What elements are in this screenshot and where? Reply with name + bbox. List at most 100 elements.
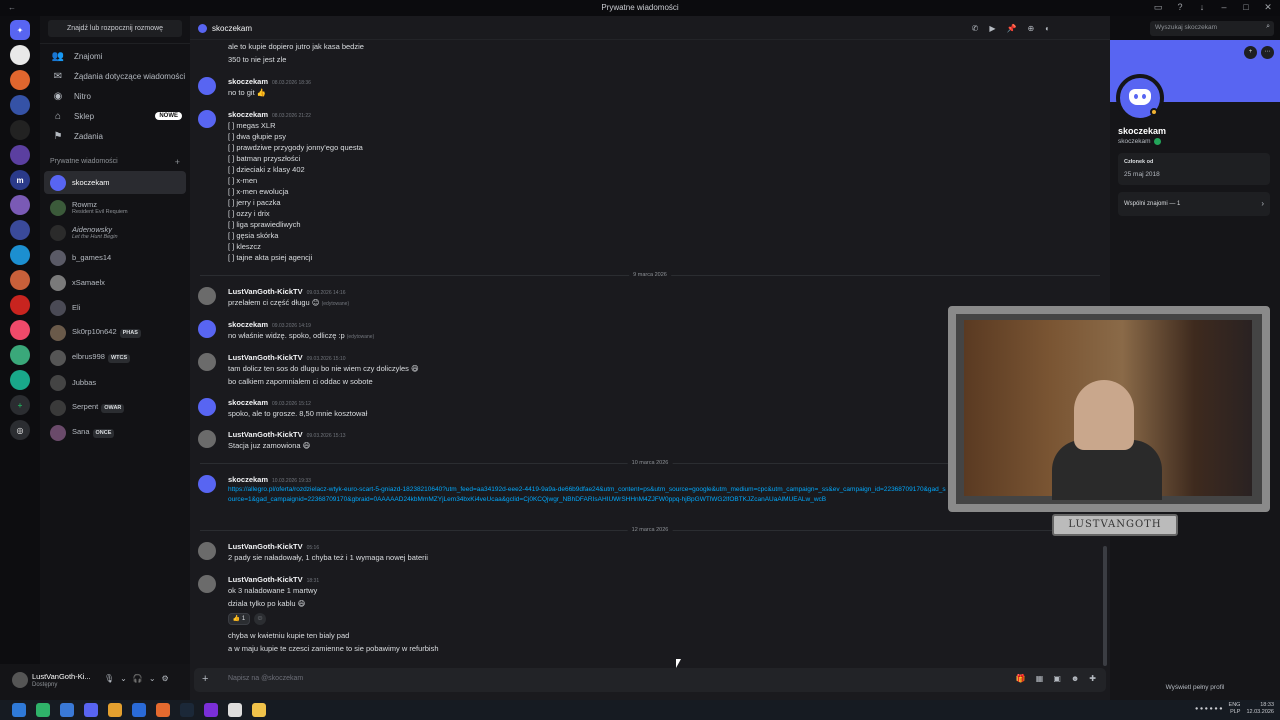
nav-nitro[interactable]: ◉ Nitro: [44, 87, 186, 105]
app-icon[interactable]: [60, 703, 74, 717]
attach-plus-icon[interactable]: +: [202, 673, 208, 685]
dm-item[interactable]: Eli: [44, 296, 186, 319]
app-icon[interactable]: [108, 703, 122, 717]
language-indicator[interactable]: ENG PLP: [1229, 702, 1241, 716]
dm-item[interactable]: b_games14: [44, 246, 186, 269]
message-author[interactable]: skoczekam 08.03.2026 18:36: [228, 77, 311, 86]
server-icon[interactable]: [10, 345, 30, 365]
search-input[interactable]: Wyszukaj skoczekam: [1155, 24, 1217, 31]
scrollbar[interactable]: [1103, 546, 1107, 666]
mutual-friends-button[interactable]: Wspólni znajomi — 1 ›: [1118, 192, 1270, 216]
server-icon[interactable]: [10, 70, 30, 90]
video-icon[interactable]: ▶: [989, 24, 995, 33]
avatar[interactable]: [198, 287, 216, 305]
add-friend-icon[interactable]: ⊕: [1027, 24, 1034, 33]
server-icon[interactable]: [10, 220, 30, 240]
gif-icon[interactable]: ▦: [1036, 674, 1044, 683]
steam-icon[interactable]: [180, 703, 194, 717]
discover-icon[interactable]: ◎: [10, 420, 30, 440]
dm-item[interactable]: Sk0rp10n642 PHAS: [44, 321, 186, 344]
more-icon[interactable]: ⋯: [1261, 46, 1274, 59]
add-friend-icon[interactable]: +: [1244, 46, 1257, 59]
message-author[interactable]: LustVanGoth-KickTV 09.03.2026 15:10: [228, 353, 346, 362]
avatar[interactable]: [198, 475, 216, 493]
chevron-down-icon[interactable]: ⌄: [149, 674, 156, 683]
message-author[interactable]: skoczekam 09.03.2026 14:19: [228, 320, 311, 329]
back-icon[interactable]: ←: [8, 3, 16, 12]
search-box[interactable]: Wyszukaj skoczekam ⌕: [1150, 21, 1274, 36]
message-author[interactable]: LustVanGoth-KickTV 09.03.2026 15:13: [228, 430, 346, 439]
server-icon[interactable]: [10, 195, 30, 215]
apps-icon[interactable]: ✚: [1089, 674, 1096, 683]
server-icon[interactable]: [10, 245, 30, 265]
server-icon[interactable]: [10, 320, 30, 340]
chevron-down-icon[interactable]: ⌄: [120, 674, 127, 683]
server-icon[interactable]: [10, 370, 30, 390]
app-icon[interactable]: [204, 703, 218, 717]
message-input[interactable]: Napisz na @skoczekam: [228, 675, 303, 682]
windows-start-icon[interactable]: [12, 703, 26, 717]
profile-toggle-icon[interactable]: ◐: [1045, 24, 1050, 33]
gift-icon[interactable]: 🎁: [1016, 674, 1026, 683]
server-icon[interactable]: [10, 270, 30, 290]
server-icon[interactable]: [10, 295, 30, 315]
tray-icons[interactable]: ● ● ● ● ● ●: [1195, 706, 1223, 712]
dm-item[interactable]: Jubbas: [44, 371, 186, 394]
message-composer[interactable]: + Napisz na @skoczekam 🎁 ▦ ▣ ☻ ✚: [194, 668, 1106, 692]
avatar[interactable]: [12, 672, 28, 688]
server-icon[interactable]: m: [10, 170, 30, 190]
app-icon[interactable]: [228, 703, 242, 717]
app-icon[interactable]: [156, 703, 170, 717]
inbox-icon[interactable]: ▭: [1152, 2, 1164, 13]
reaction-thumbs-up[interactable]: 👍 1: [228, 613, 250, 625]
dm-item[interactable]: Rowmz Resident Evil Requiem: [44, 196, 186, 219]
message-link[interactable]: https://allegro.pl/oferta/rozdzielacz-wt…: [228, 485, 948, 505]
view-full-profile-link[interactable]: Wyświetl pełny profil: [1110, 684, 1280, 691]
app-icon[interactable]: [36, 703, 50, 717]
pin-icon[interactable]: 📌: [1006, 24, 1016, 33]
headphones-icon[interactable]: 🎧: [133, 674, 143, 683]
server-icon[interactable]: [10, 145, 30, 165]
avatar[interactable]: [198, 77, 216, 95]
discord-app-icon[interactable]: [84, 703, 98, 717]
avatar[interactable]: [198, 353, 216, 371]
nav-friends[interactable]: 👥 Znajomi: [44, 47, 186, 65]
download-icon[interactable]: ↓: [1196, 2, 1208, 13]
add-server-icon[interactable]: +: [10, 395, 30, 415]
dm-item[interactable]: Aidenowsky Let the Hunt Begin: [44, 221, 186, 244]
avatar[interactable]: [198, 430, 216, 448]
clock[interactable]: 18:33 12.03.2026: [1246, 702, 1274, 716]
app-icon[interactable]: [132, 703, 146, 717]
maximize-icon[interactable]: □: [1240, 2, 1252, 13]
message-author[interactable]: LustVanGoth-KickTV 18:31: [228, 575, 319, 584]
sticker-icon[interactable]: ▣: [1053, 674, 1061, 683]
gear-icon[interactable]: ⚙: [162, 674, 169, 683]
message-author[interactable]: skoczekam 08.03.2026 21:22: [228, 110, 311, 119]
dm-item-skoczekam[interactable]: skoczekam: [44, 171, 186, 194]
home-icon[interactable]: ✦: [10, 20, 30, 40]
emoji-icon[interactable]: ☻: [1071, 674, 1079, 683]
avatar[interactable]: [198, 110, 216, 128]
minimize-icon[interactable]: –: [1218, 2, 1230, 13]
message-author[interactable]: LustVanGoth-KickTV 09.03.2026 14:16: [228, 287, 346, 296]
nav-message-requests[interactable]: ✉ Żądania dotyczące wiadomości: [44, 67, 186, 85]
server-icon[interactable]: [10, 120, 30, 140]
create-dm-icon[interactable]: +: [175, 157, 180, 167]
close-icon[interactable]: ✕: [1262, 2, 1274, 13]
avatar[interactable]: [198, 320, 216, 338]
microphone-icon[interactable]: 🎙: [104, 674, 114, 683]
dm-item[interactable]: Serpent OWAR: [44, 396, 186, 419]
dm-item[interactable]: xSamaelx: [44, 271, 186, 294]
avatar[interactable]: [198, 575, 216, 593]
server-icon[interactable]: [10, 45, 30, 65]
message-author[interactable]: LustVanGoth-KickTV 05:16: [228, 542, 319, 551]
message-author[interactable]: skoczekam 10.03.2026 19:33: [228, 475, 311, 484]
avatar[interactable]: [198, 542, 216, 560]
find-conversation-button[interactable]: Znajdź lub rozpocznij rozmowę: [48, 20, 182, 37]
dm-item[interactable]: Sana ONCE: [44, 421, 186, 444]
add-reaction-icon[interactable]: ☺: [254, 613, 266, 625]
nav-shop[interactable]: ⌂ Sklep NOWE: [44, 107, 186, 125]
nav-quests[interactable]: ⚑ Zadania: [44, 127, 186, 145]
message-author[interactable]: skoczekam 09.03.2026 15:12: [228, 398, 311, 407]
help-icon[interactable]: ?: [1174, 2, 1186, 13]
